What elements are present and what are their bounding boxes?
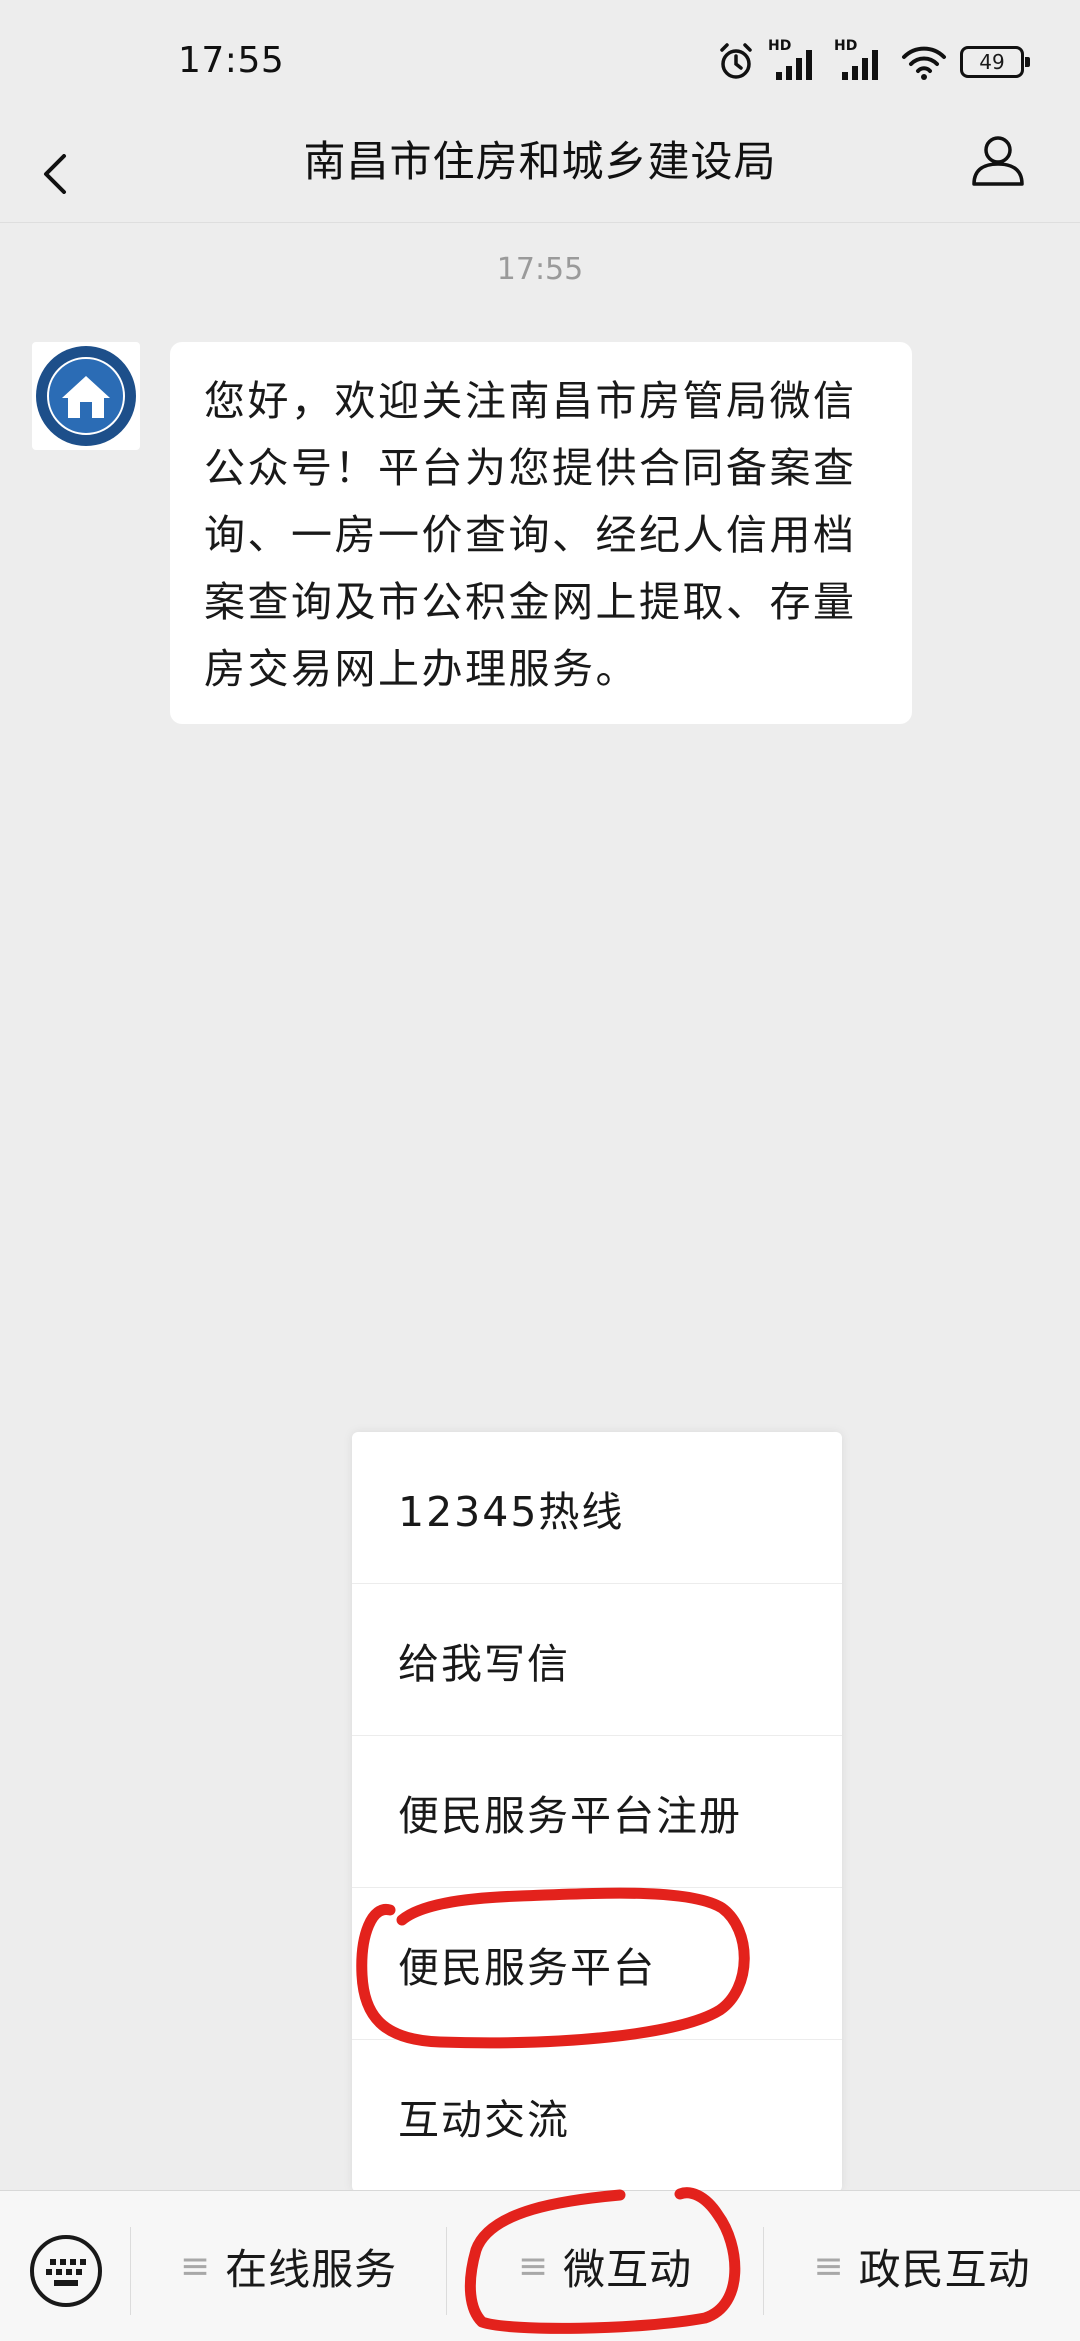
signal-icon: HD	[768, 38, 822, 82]
menu-item-service-platform[interactable]: 便民服务平台	[352, 1888, 842, 2040]
keyboard-icon[interactable]	[28, 2233, 104, 2309]
menu-tab-label: 政民互动	[858, 2244, 1031, 2294]
bottom-menu-bar: ≡ 在线服务 ≡ 微互动 ≡ 政民互动	[0, 2190, 1080, 2341]
page-title: 南昌市住房和城乡建设局	[303, 137, 777, 186]
menu-tab-online-service[interactable]: ≡ 在线服务	[131, 2191, 446, 2341]
battery-icon: 49	[960, 46, 1030, 78]
status-bar: 17:55 HD HD 49	[0, 0, 1080, 120]
popup-menu: 12345热线 给我写信 便民服务平台注册 便民服务平台 互动交流	[352, 1432, 842, 2192]
menu-tab-label: 在线服务	[225, 2244, 398, 2294]
message-timestamp: 17:55	[496, 252, 584, 287]
battery-level: 49	[979, 50, 1005, 74]
alarm-clock-icon	[720, 43, 752, 79]
menu-item-write-letter[interactable]: 给我写信	[352, 1584, 842, 1736]
menu-tab-label: 微互动	[563, 2244, 693, 2294]
message-bubble: 您好，欢迎关注南昌市房管局微信公众号！平台为您提供合同备案查询、一房一价查询、经…	[170, 342, 912, 724]
status-time: 17:55	[178, 40, 285, 81]
list-icon: ≡	[179, 2245, 212, 2287]
signal-icon-2: HD	[834, 38, 888, 82]
list-icon: ≡	[517, 2245, 550, 2287]
menu-tab-micro-interaction[interactable]: ≡ 微互动	[447, 2191, 763, 2341]
person-icon[interactable]	[968, 130, 1028, 190]
nav-bar: 南昌市住房和城乡建设局	[0, 120, 1080, 223]
housing-bureau-logo-icon	[36, 346, 136, 446]
menu-item-interactive-exchange[interactable]: 互动交流	[352, 2040, 842, 2192]
status-icons: HD HD 49	[716, 38, 1030, 84]
wifi-icon	[902, 46, 946, 80]
list-icon: ≡	[813, 2245, 845, 2287]
menu-item-service-platform-register[interactable]: 便民服务平台注册	[352, 1736, 842, 1888]
avatar[interactable]	[32, 342, 140, 450]
menu-item-hotline[interactable]: 12345热线	[352, 1432, 842, 1584]
menu-tab-government-interaction[interactable]: ≡ 政民互动	[764, 2191, 1080, 2341]
